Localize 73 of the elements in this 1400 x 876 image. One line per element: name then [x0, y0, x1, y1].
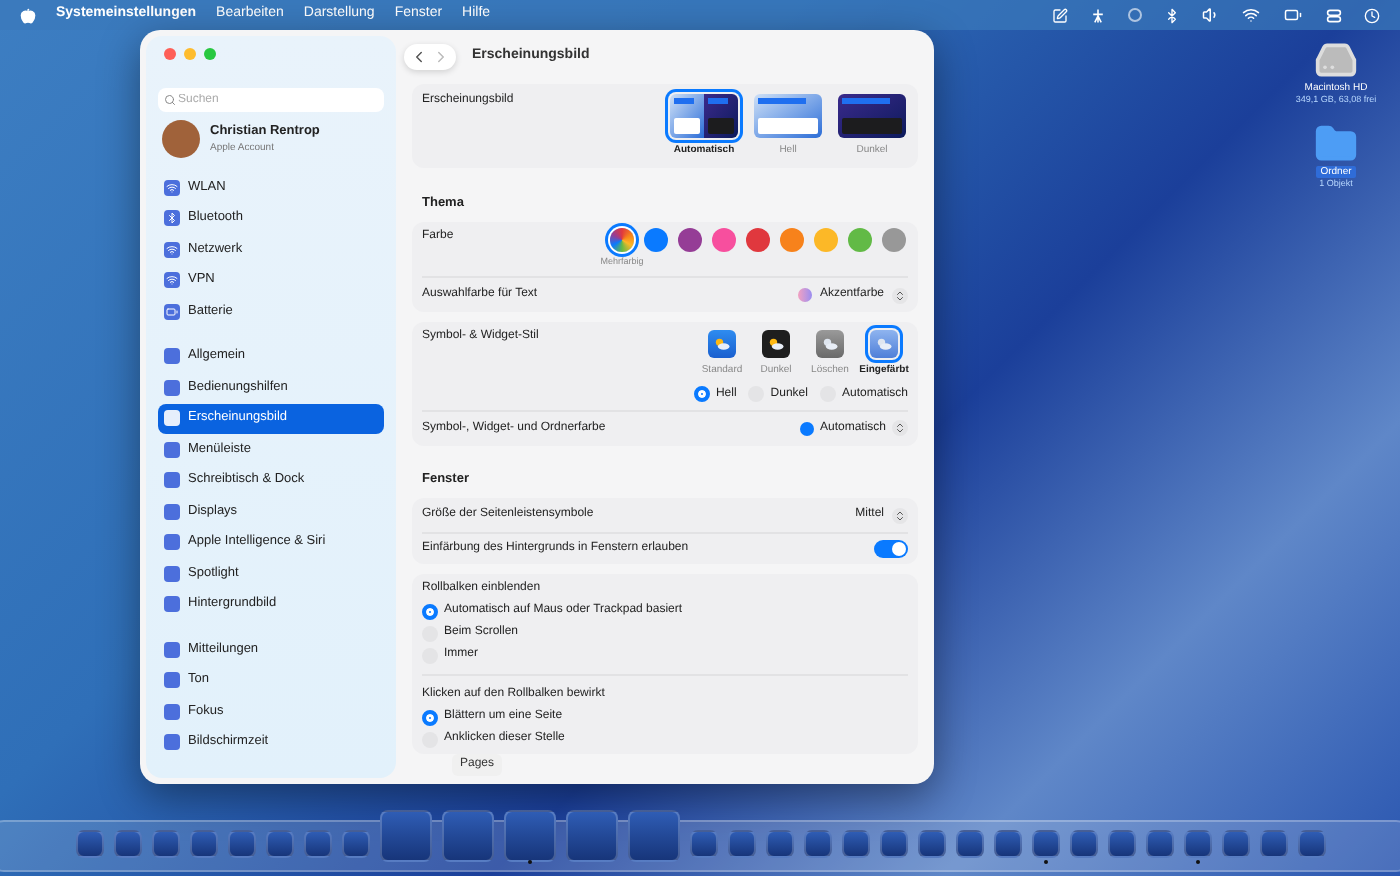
- dock-app-icon[interactable]: [765, 830, 793, 864]
- accent-color-swatch[interactable]: [882, 228, 906, 253]
- radio-button[interactable]: [693, 386, 710, 402]
- accent-color-swatch[interactable]: [848, 228, 872, 253]
- dock-app-icon[interactable]: [879, 830, 907, 864]
- accent-color-swatch[interactable]: [814, 228, 838, 253]
- cloud-sun-icon: [874, 334, 894, 354]
- dock-app-icon[interactable]: [1145, 830, 1173, 864]
- avatar[interactable]: [162, 120, 200, 158]
- dock-app-icon[interactable]: [955, 830, 983, 864]
- bluetooth-icon[interactable]: [1164, 7, 1180, 23]
- dock-app-icon[interactable]: [227, 830, 255, 864]
- widget-style-option[interactable]: [760, 328, 792, 360]
- sidebar-item-icon: [164, 241, 180, 258]
- sidebar-item-icon: [164, 179, 180, 196]
- stepper-icon[interactable]: [892, 507, 908, 524]
- accent-color-swatch[interactable]: [610, 228, 634, 253]
- radio-button[interactable]: [422, 709, 438, 726]
- accent-color-swatch[interactable]: [644, 228, 668, 253]
- accent-color-swatch[interactable]: [780, 228, 804, 253]
- folder-icon[interactable]: [1312, 122, 1360, 166]
- note-icon[interactable]: [1052, 7, 1068, 23]
- sidebar-item-icon: [164, 272, 180, 289]
- apple-logo-icon[interactable]: [20, 7, 36, 23]
- control-center-icon[interactable]: [1326, 7, 1342, 23]
- dock-app-icon[interactable]: [565, 810, 617, 864]
- appearance-option[interactable]: [836, 92, 908, 140]
- dock-app-icon[interactable]: [727, 830, 755, 864]
- dock-app-icon[interactable]: [1297, 830, 1325, 864]
- dock-app-icon[interactable]: [379, 810, 431, 864]
- search-icon: [164, 94, 176, 106]
- dock-app-icon[interactable]: [1183, 830, 1211, 864]
- appearance-option[interactable]: [668, 92, 740, 140]
- sidebar-item-icon: [164, 210, 180, 227]
- battery-icon[interactable]: [1282, 6, 1304, 24]
- dock-app-icon[interactable]: [917, 830, 945, 864]
- cloud-sun-icon: [712, 334, 732, 354]
- accent-color-swatch[interactable]: [712, 228, 736, 253]
- dock-app-icon[interactable]: [1221, 830, 1249, 864]
- dock-app-icon[interactable]: [303, 830, 331, 864]
- close-button[interactable]: [164, 48, 176, 60]
- wifi-icon[interactable]: [1242, 6, 1260, 24]
- dock-app-icon[interactable]: [1107, 830, 1135, 864]
- accessibility-icon[interactable]: [1090, 7, 1106, 23]
- dock-app-icon[interactable]: [503, 810, 555, 864]
- dock-app-icon[interactable]: [113, 830, 141, 864]
- dock-app-icon[interactable]: [627, 810, 679, 864]
- dock-app-icon[interactable]: [1069, 830, 1097, 864]
- stepper-icon[interactable]: [892, 420, 908, 436]
- dock-app-icon[interactable]: [1031, 830, 1059, 864]
- dock-app-icon[interactable]: [265, 830, 293, 864]
- dock-app-icon[interactable]: [841, 830, 869, 864]
- back-icon[interactable]: [410, 48, 428, 66]
- cloud-sun-icon: [766, 334, 786, 354]
- accent-color-swatch[interactable]: [746, 228, 770, 253]
- clock-icon[interactable]: [1364, 7, 1380, 23]
- dock-app-icon[interactable]: [75, 830, 103, 864]
- hard-drive-icon[interactable]: [1314, 38, 1358, 82]
- volume-icon[interactable]: [1202, 6, 1220, 24]
- dock-app-icon[interactable]: [341, 830, 369, 864]
- dock-app-icon[interactable]: [441, 810, 493, 864]
- stepper-icon[interactable]: [892, 287, 908, 303]
- dock-app-icon[interactable]: [993, 830, 1021, 864]
- dock-app-icon[interactable]: [151, 830, 179, 864]
- zoom-button[interactable]: [204, 48, 216, 60]
- toggle-switch[interactable]: [874, 540, 908, 559]
- dock-app-icon[interactable]: [189, 830, 217, 864]
- sidebar-item-icon: [164, 303, 180, 320]
- dock-app-icon[interactable]: [803, 830, 831, 864]
- cloud-sun-icon: [820, 334, 840, 354]
- accent-color-swatch[interactable]: [678, 228, 702, 253]
- radio-button[interactable]: [422, 603, 438, 620]
- dock-app-icon[interactable]: [689, 830, 717, 864]
